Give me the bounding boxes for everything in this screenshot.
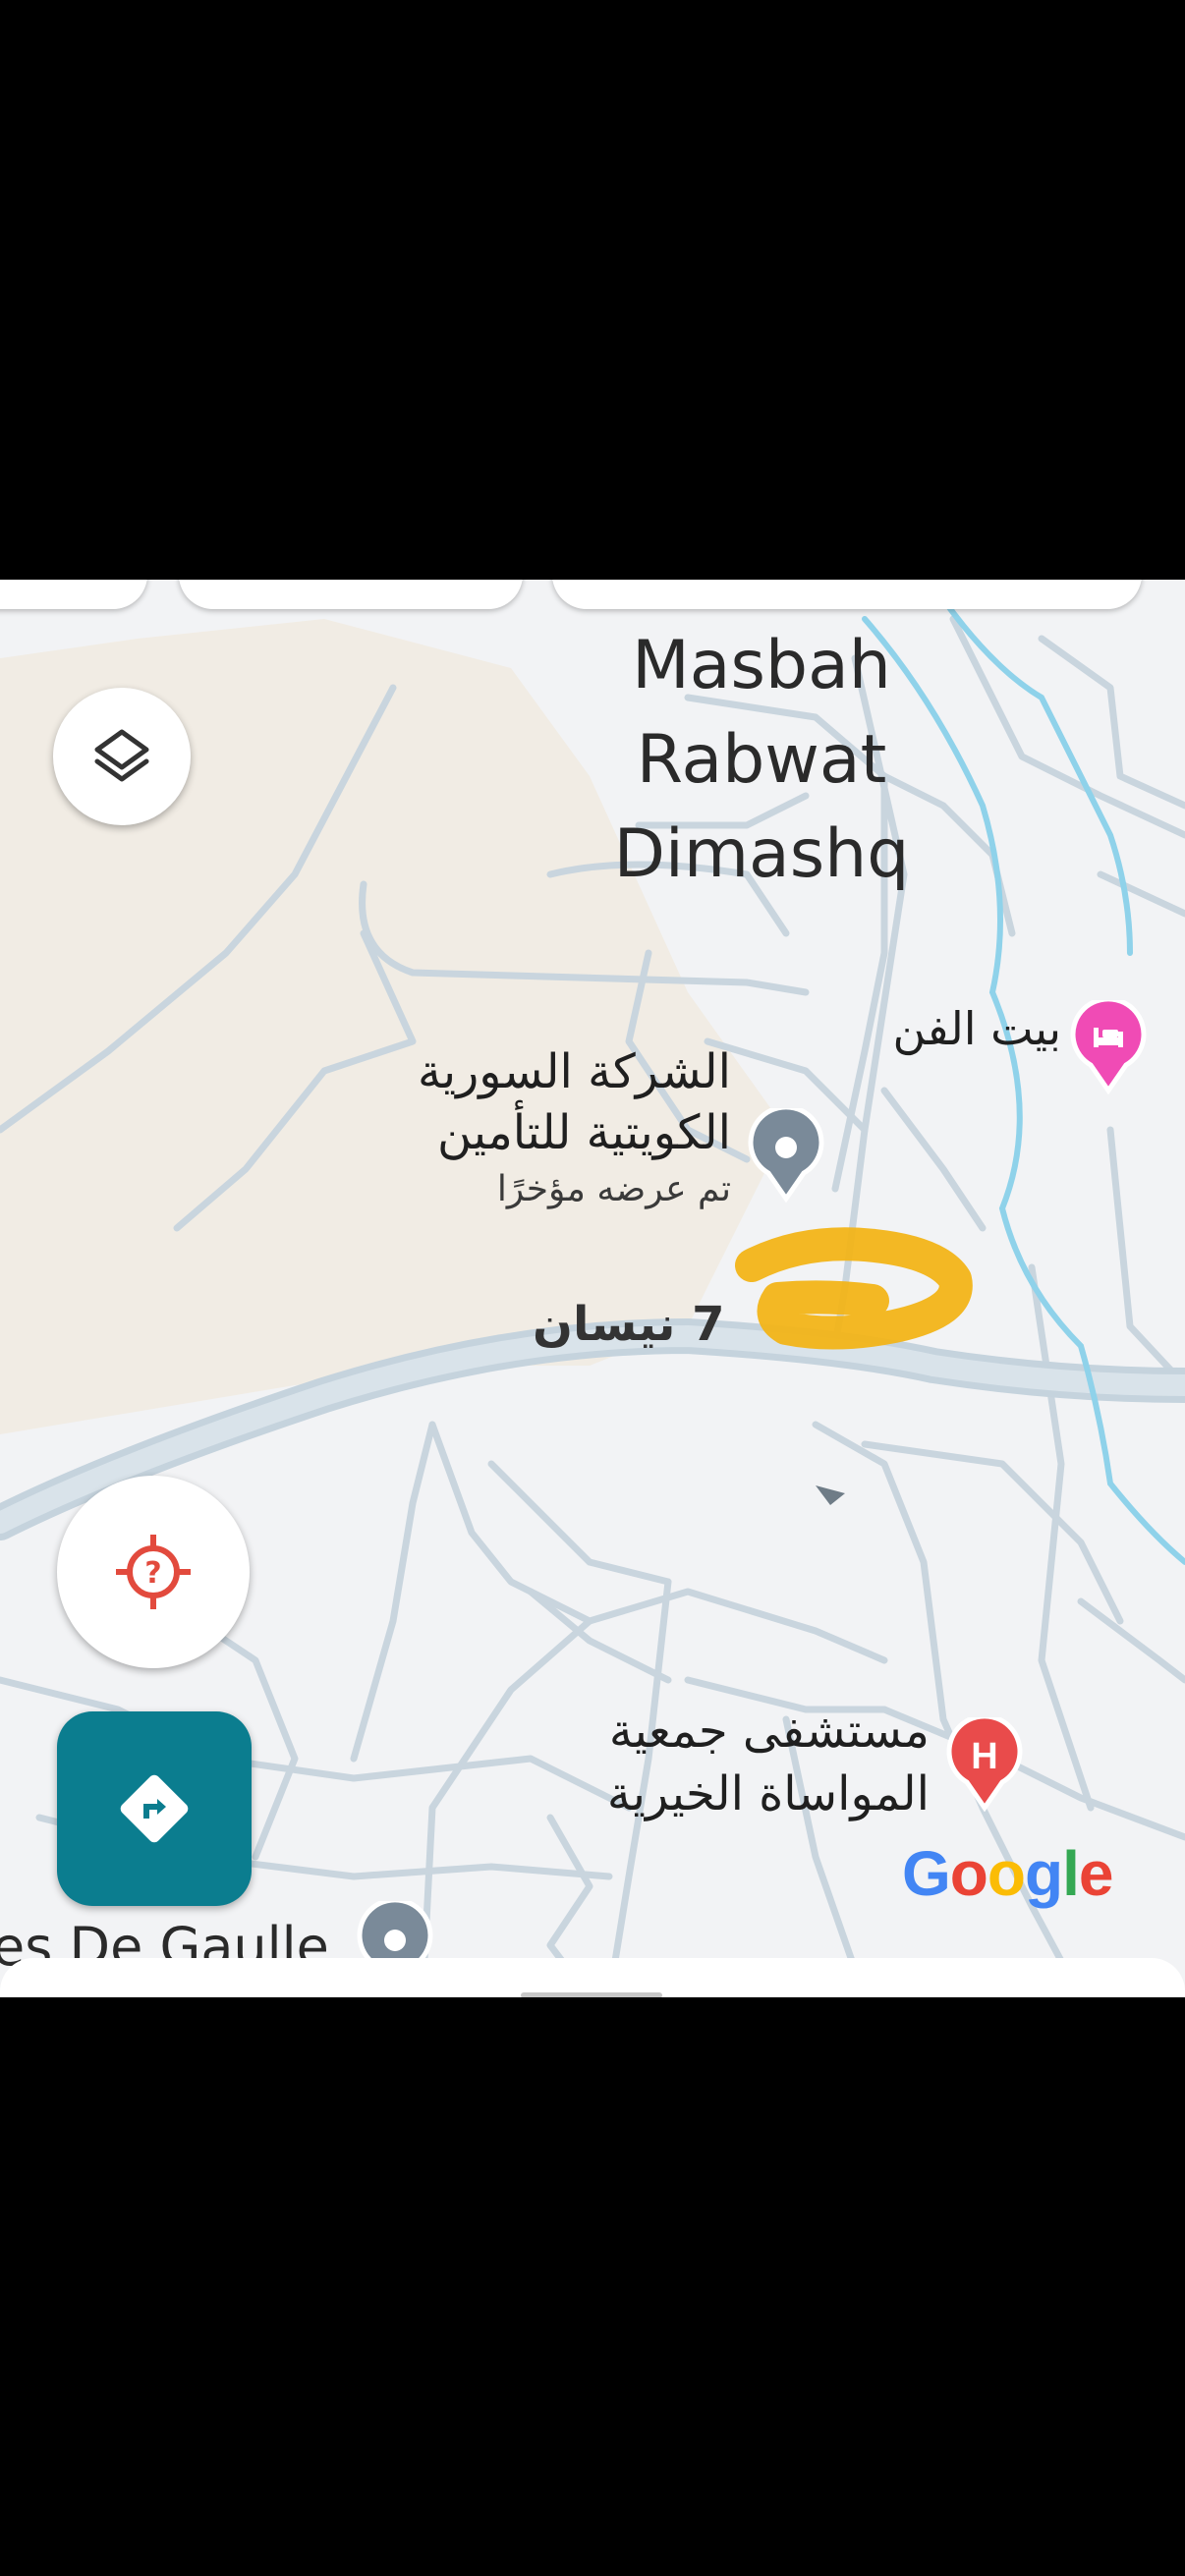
directions-icon bbox=[120, 1774, 189, 1843]
hotel-bed-icon[interactable] bbox=[1069, 996, 1148, 1098]
filter-chip-left[interactable] bbox=[0, 580, 147, 609]
highlight-annotation bbox=[735, 1227, 973, 1350]
location-glyph: ? bbox=[144, 1556, 161, 1591]
area-label-line-1: Masbah bbox=[632, 627, 891, 704]
location-unknown-icon: ? bbox=[116, 1535, 191, 1609]
google-letter: o bbox=[987, 1838, 1026, 1909]
filter-chip-middle[interactable] bbox=[179, 580, 523, 609]
insurance-name-line-2: الكويتية للتأمين bbox=[437, 1105, 731, 1160]
hospital-place-label[interactable]: مستشفى جمعية المواساة الخيرية bbox=[607, 1700, 930, 1825]
insurance-subtitle: تم عرضه مؤخرًا bbox=[496, 1169, 731, 1209]
layers-icon bbox=[94, 729, 149, 782]
my-location-button[interactable]: ? bbox=[57, 1476, 250, 1668]
area-label: Masbah Rabwat Dimashq bbox=[590, 619, 933, 902]
google-logo: Google bbox=[902, 1837, 1114, 1910]
directions-button[interactable] bbox=[57, 1711, 252, 1906]
google-letter: l bbox=[1062, 1838, 1080, 1909]
filter-chip-right[interactable] bbox=[552, 580, 1142, 609]
insurance-name-line-1: الشركة السورية bbox=[418, 1044, 731, 1099]
location-pin-icon[interactable] bbox=[747, 1104, 825, 1206]
bottom-sheet-handle[interactable] bbox=[521, 1992, 662, 1997]
road-label: 7 نيسان bbox=[533, 1297, 725, 1352]
bottom-sheet[interactable] bbox=[0, 1958, 1185, 1997]
google-letter: o bbox=[949, 1838, 988, 1909]
google-letter: g bbox=[1024, 1838, 1063, 1909]
layers-button[interactable] bbox=[53, 688, 191, 825]
insurance-place-label[interactable]: الشركة السورية الكويتية للتأمين تم عرضه … bbox=[418, 1041, 731, 1216]
area-label-line-3: Dimashq bbox=[613, 815, 910, 893]
hospital-icon[interactable]: H bbox=[945, 1713, 1024, 1816]
hospital-name-line-1: مستشفى جمعية bbox=[608, 1704, 930, 1759]
area-label-line-2: Rabwat bbox=[636, 721, 887, 799]
google-letter: e bbox=[1078, 1838, 1114, 1909]
hospital-name-line-2: المواساة الخيرية bbox=[606, 1766, 930, 1821]
hotel-place-label[interactable]: بيت الفن bbox=[892, 1002, 1061, 1055]
hospital-glyph: H bbox=[971, 1736, 997, 1777]
map-view[interactable]: Masbah Rabwat Dimashq بيت الفن الشركة ال… bbox=[0, 580, 1185, 1997]
google-letter: G bbox=[902, 1838, 951, 1909]
